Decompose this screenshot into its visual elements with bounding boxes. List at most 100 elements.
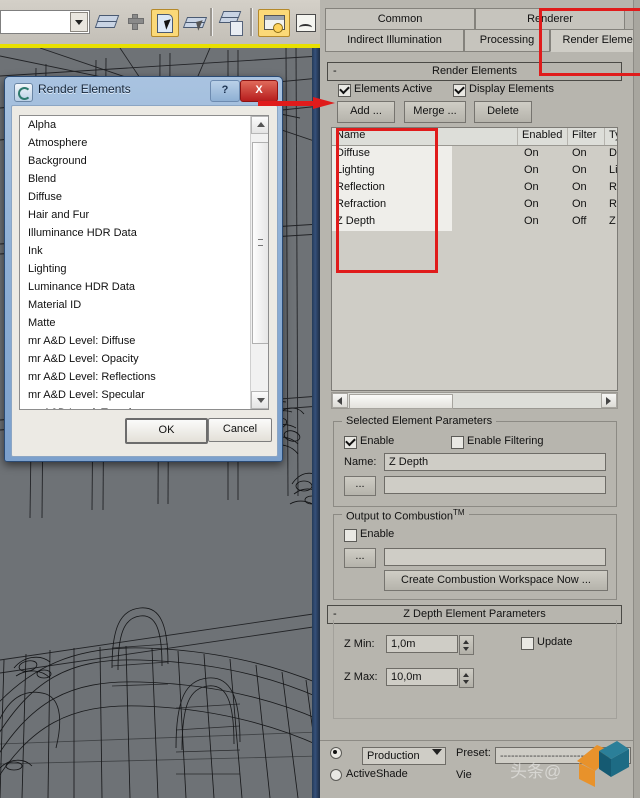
render-elements-dialog[interactable]: Render Elements ? X Alpha Atmosphere Backg… (4, 76, 283, 462)
activeshade-radio[interactable] (330, 769, 342, 781)
ok-button[interactable]: OK (125, 418, 208, 444)
browse-output-button[interactable]: ... (344, 476, 376, 496)
list-item[interactable]: mr A&D Level: Diffuse (20, 332, 249, 350)
selected-enable-checkbox[interactable] (344, 436, 357, 449)
panel-scrollbar[interactable] (633, 0, 640, 798)
render-element-list[interactable]: Alpha Atmosphere Background Blend Diffuse Hai… (19, 115, 269, 410)
tab-renderer[interactable]: Renderer (475, 8, 625, 31)
preset-label: Preset: (456, 747, 491, 759)
combustion-enable-label: Enable (360, 528, 395, 540)
list-item[interactable]: mr A&D Level: Reflections (20, 368, 249, 386)
grid-header-name[interactable]: Name (336, 129, 365, 141)
dialog-title: Render Elements (38, 82, 131, 96)
grid-header-enabled[interactable]: Enabled (522, 129, 562, 141)
list-item[interactable]: Luminance HDR Data (20, 278, 249, 296)
elements-active-label: Elements Active (354, 83, 433, 95)
list-item[interactable]: Lighting (20, 260, 249, 278)
tab-render-elements[interactable]: Render Elements (550, 29, 640, 52)
row-name: Diffuse (336, 147, 371, 159)
list-item[interactable]: Diffuse (20, 188, 249, 206)
row-filter: Off (572, 215, 587, 227)
table-row[interactable]: Refraction On On Re (332, 197, 617, 214)
render-setup-panel: Common Renderer Indirect Illumination Pr… (320, 0, 640, 798)
list-item[interactable]: Matte (20, 314, 249, 332)
render-elements-rollout[interactable]: - Render Elements (327, 62, 622, 81)
chevron-down-icon[interactable] (432, 749, 442, 755)
list-item[interactable]: mr A&D Level: Translucency (20, 404, 249, 409)
dialog-body: Alpha Atmosphere Background Blend Diffuse Hai… (11, 105, 278, 457)
combustion-browse-button[interactable]: ... (344, 548, 376, 568)
scroll-left-icon[interactable] (332, 393, 348, 408)
render-setup-icon[interactable] (258, 9, 290, 37)
row-name: Refraction (336, 198, 387, 210)
grid-horizontal-scrollbar[interactable] (331, 392, 618, 409)
combustion-path-input[interactable] (384, 548, 606, 566)
create-combustion-workspace-button[interactable]: Create Combustion Workspace Now ... (384, 570, 608, 591)
output-combustion-title: Output to CombustionTM (342, 508, 469, 523)
tab-processing[interactable]: Processing (464, 29, 550, 52)
grid-header-type[interactable]: Ty (609, 129, 617, 141)
cancel-button[interactable]: Cancel (208, 418, 272, 442)
dialog-title-bar[interactable]: Render Elements ? X (5, 77, 282, 105)
render-element-list-items[interactable]: Alpha Atmosphere Background Blend Diffuse Hai… (20, 116, 249, 409)
rollout-collapse-icon[interactable]: - (333, 63, 337, 79)
list-item[interactable]: Background (20, 152, 249, 170)
main-toolbar (0, 0, 320, 45)
grid-header-filter[interactable]: Filter (572, 129, 596, 141)
chevron-down-icon[interactable] (70, 12, 88, 32)
list-item[interactable]: Material ID (20, 296, 249, 314)
scroll-down-icon[interactable] (251, 391, 268, 409)
table-row[interactable]: Diffuse On On Di (332, 146, 617, 163)
row-filter: On (572, 164, 587, 176)
row-name: Lighting (336, 164, 375, 176)
tab-common[interactable]: Common (325, 8, 475, 31)
layers-select-icon[interactable] (182, 9, 208, 35)
row-name: Reflection (336, 181, 385, 193)
combustion-enable-checkbox[interactable] (344, 529, 357, 542)
row-filter: On (572, 181, 587, 193)
table-row[interactable]: Z Depth On Off Z (332, 214, 617, 231)
add-button[interactable]: Add ... (337, 101, 395, 123)
table-row[interactable]: Lighting On On Lig (332, 163, 617, 180)
elements-active-checkbox[interactable] (338, 84, 351, 97)
render-elements-grid[interactable]: Name Enabled Filter Ty Diffuse On On Di Ligh… (331, 127, 618, 391)
row-type: Z (609, 215, 616, 227)
list-scrollbar[interactable] (250, 116, 268, 409)
help-button[interactable]: ? (210, 80, 240, 102)
table-row[interactable]: Reflection On On Re (332, 180, 617, 197)
list-item[interactable]: Hair and Fur (20, 206, 249, 224)
scroll-up-icon[interactable] (251, 116, 268, 134)
page-cursor-icon[interactable] (151, 9, 179, 37)
hscrollbar-thumb[interactable] (349, 394, 453, 409)
output-path-input[interactable] (384, 476, 606, 494)
curve-editor-icon[interactable] (292, 9, 318, 35)
plus-icon[interactable] (122, 9, 148, 35)
list-item[interactable]: Atmosphere (20, 134, 249, 152)
list-item[interactable]: Alpha (20, 116, 249, 134)
tab-indirect-illumination[interactable]: Indirect Illumination (325, 29, 464, 52)
row-enabled: On (524, 215, 539, 227)
list-item[interactable]: Blend (20, 170, 249, 188)
element-name-input[interactable]: Z Depth (384, 453, 606, 471)
preset-dropdown[interactable]: ------------------------------- (495, 747, 631, 764)
display-elements-label: Display Elements (469, 83, 554, 95)
delete-button[interactable]: Delete (474, 101, 532, 123)
layers-icon[interactable] (93, 9, 120, 35)
display-elements-checkbox[interactable] (453, 84, 466, 97)
list-item[interactable]: mr A&D Level: Opacity (20, 350, 249, 368)
max-window: Render Elements ? X Alpha Atmosphere Backg… (0, 0, 320, 798)
list-item[interactable]: mr A&D Level: Specular (20, 386, 249, 404)
zdepth-rollout-title: Z Depth Element Parameters (403, 608, 546, 620)
enable-filtering-label: Enable Filtering (467, 435, 544, 447)
production-radio[interactable] (330, 747, 342, 759)
schematic-icon[interactable] (218, 9, 244, 36)
row-type: Re (609, 198, 617, 210)
scrollbar-thumb[interactable] (252, 142, 268, 344)
close-icon[interactable]: X (240, 80, 278, 102)
scroll-right-icon[interactable] (601, 393, 617, 408)
merge-button[interactable]: Merge ... (404, 101, 466, 123)
list-item[interactable]: Illuminance HDR Data (20, 224, 249, 242)
viewport-edge (312, 48, 320, 798)
list-item[interactable]: Ink (20, 242, 249, 260)
enable-filtering-checkbox[interactable] (451, 436, 464, 449)
